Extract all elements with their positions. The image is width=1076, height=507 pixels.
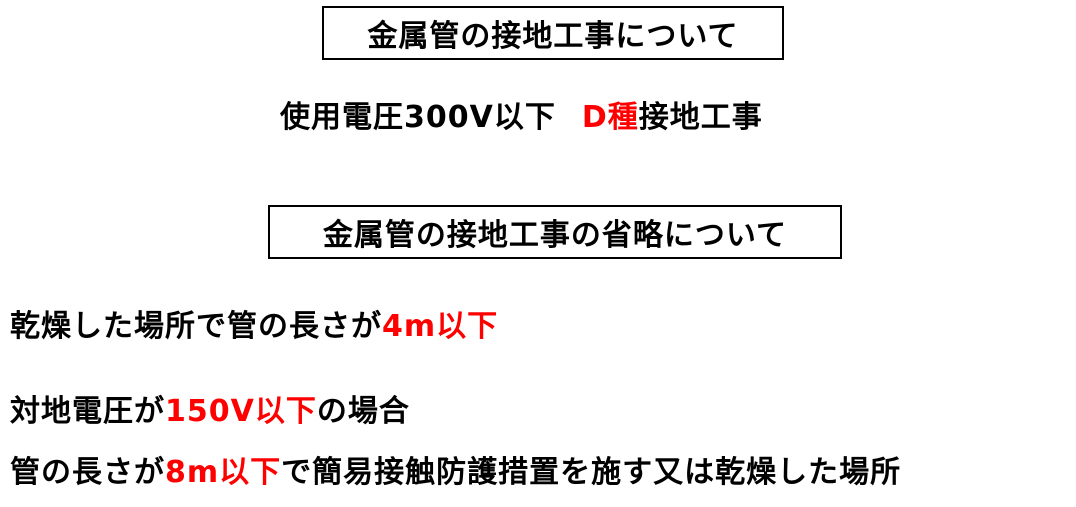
voltage-rule-line: 使用電圧300V以下 D種接地工事 — [280, 98, 763, 138]
heading-grounding-metal-conduit: 金属管の接地工事について — [322, 6, 784, 60]
line-4-before: 管の長さが — [10, 455, 165, 490]
line-1-highlight: D種 — [581, 100, 639, 135]
line-2-before: 乾燥した場所で管の長さが — [10, 309, 382, 344]
ground-voltage-rule-line: 対地電圧が150V以下の場合 — [10, 392, 410, 432]
dry-location-rule-line: 乾燥した場所で管の長さが4m以下 — [10, 307, 498, 347]
heading-grounding-omission: 金属管の接地工事の省略について — [268, 205, 842, 259]
length-protection-rule-line: 管の長さが8m以下で簡易接触防護措置を施す又は乾燥した場所 — [10, 453, 901, 493]
line-4-after: で簡易接触防護措置を施す又は乾燥した場所 — [281, 455, 902, 490]
heading-2-text: 金属管の接地工事の省略について — [322, 218, 788, 253]
line-3-after: の場合 — [316, 394, 410, 429]
line-1-before: 使用電圧300V以下 — [280, 100, 556, 135]
line-3-highlight: 150V以下 — [165, 394, 317, 429]
line-1-after: 接地工事 — [638, 100, 763, 135]
heading-1-text: 金属管の接地工事について — [367, 19, 739, 54]
line-2-highlight: 4m以下 — [382, 309, 499, 344]
line-3-before: 対地電圧が — [10, 394, 165, 429]
line-4-highlight: 8m以下 — [165, 455, 282, 490]
